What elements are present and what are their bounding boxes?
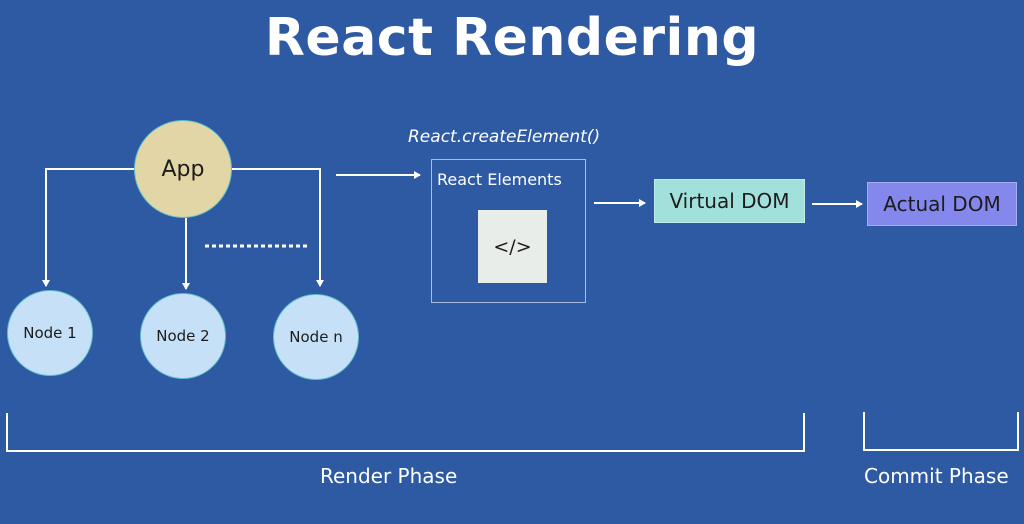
commit-phase-label: Commit Phase (864, 464, 1009, 488)
child-node-label: Node 2 (156, 327, 210, 345)
app-node-label: App (161, 156, 205, 182)
child-node-n: Node n (273, 294, 359, 380)
child-node-2: Node 2 (140, 293, 226, 379)
render-phase-bracket (6, 413, 805, 452)
app-node: App (134, 120, 232, 218)
commit-phase-bracket (863, 412, 1019, 451)
child-node-1: Node 1 (7, 290, 93, 376)
react-elements-label: React Elements (437, 170, 562, 189)
connector-app-noden (232, 168, 324, 287)
actual-dom-box: Actual DOM (867, 182, 1017, 226)
virtual-dom-box: Virtual DOM (654, 179, 805, 223)
child-node-label: Node n (289, 328, 343, 346)
code-icon: </> (478, 210, 547, 283)
render-phase-label: Render Phase (320, 464, 458, 488)
create-element-label: React.createElement() (408, 127, 601, 147)
child-node-label: Node 1 (23, 324, 77, 342)
connector-app-node1 (42, 168, 134, 287)
